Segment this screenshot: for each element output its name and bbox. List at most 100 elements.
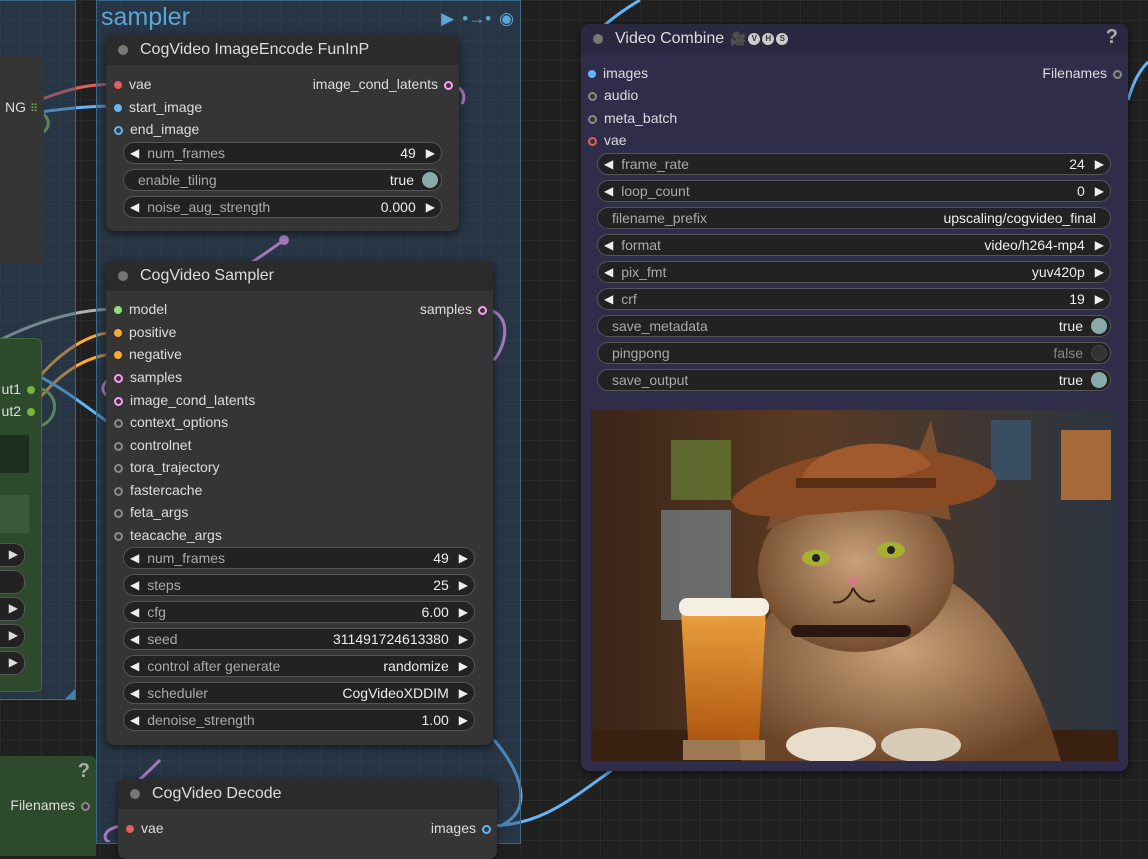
arrow-left-icon[interactable]: ◀ xyxy=(124,578,145,592)
node-header[interactable]: CogVideo Sampler xyxy=(106,261,493,291)
input-images[interactable]: images xyxy=(588,65,648,81)
input-pin[interactable] xyxy=(114,373,123,383)
arrow-left-icon[interactable]: ◀ xyxy=(124,686,145,700)
arrow-right-icon[interactable]: ▶ xyxy=(9,628,18,642)
play-icon[interactable]: ▶ xyxy=(441,9,454,29)
output-samples[interactable]: samples xyxy=(420,301,487,317)
input-pin[interactable] xyxy=(114,486,123,496)
arrow-right-icon[interactable]: ▶ xyxy=(1089,238,1110,252)
input-pin[interactable] xyxy=(588,70,596,79)
widget-format[interactable]: ◀ format video/h264-mp4 ▶ xyxy=(597,234,1111,256)
widget-frame-rate[interactable]: ◀ frame_rate 24 ▶ xyxy=(597,153,1111,175)
input-end-image[interactable]: end_image xyxy=(114,121,199,137)
connect-icon[interactable]: •→• xyxy=(462,9,491,29)
input-pin[interactable] xyxy=(114,418,123,428)
widget-save-metadata[interactable]: save_metadata true xyxy=(597,315,1111,337)
input-pin[interactable] xyxy=(114,329,122,338)
arrow-left-icon[interactable]: ◀ xyxy=(124,200,145,214)
arrow-left-icon[interactable]: ◀ xyxy=(124,713,145,727)
arrow-right-icon[interactable]: ▶ xyxy=(9,601,18,615)
output-pin[interactable] xyxy=(27,386,35,395)
arrow-left-icon[interactable]: ◀ xyxy=(598,157,619,171)
node-header[interactable]: CogVideo Decode xyxy=(118,779,497,809)
node-sampler[interactable]: CogVideo Sampler model positive negative… xyxy=(106,261,493,745)
input-pin[interactable] xyxy=(114,125,123,135)
toggle-knob[interactable] xyxy=(1091,345,1107,361)
input-fastercache[interactable]: fastercache xyxy=(114,482,202,498)
arrow-left-icon[interactable]: ◀ xyxy=(124,659,145,673)
collapse-dot[interactable] xyxy=(118,271,128,281)
widget-noise-aug-strength[interactable]: ◀ noise_aug_strength 0.000 ▶ xyxy=(123,196,442,218)
arrow-right-icon[interactable]: ▶ xyxy=(1089,157,1110,171)
widget-stub[interactable]: ▶ xyxy=(0,624,25,648)
output-slot-1[interactable]: ut1 xyxy=(0,381,35,397)
arrow-right-icon[interactable]: ▶ xyxy=(453,632,474,646)
output-pin[interactable] xyxy=(27,408,35,417)
arrow-right-icon[interactable]: ▶ xyxy=(420,146,441,160)
input-feta-args[interactable]: feta_args xyxy=(114,504,188,520)
arrow-right-icon[interactable]: ▶ xyxy=(453,686,474,700)
arrow-right-icon[interactable]: ▶ xyxy=(420,200,441,214)
input-pin[interactable] xyxy=(114,306,122,315)
input-vae[interactable]: vae xyxy=(588,132,627,148)
arrow-left-icon[interactable]: ◀ xyxy=(124,605,145,619)
node-header[interactable]: Video Combine 🎥 V H S ? xyxy=(581,24,1128,54)
text-area[interactable] xyxy=(0,435,29,473)
input-pin[interactable] xyxy=(114,441,123,451)
widget-num-frames[interactable]: ◀ num_frames 49 ▶ xyxy=(123,547,475,569)
widget-cfg[interactable]: ◀ cfg 6.00 ▶ xyxy=(123,601,475,623)
widget-stub[interactable]: ▶ xyxy=(0,543,25,567)
widget-seed[interactable]: ◀ seed 311491724613380 ▶ xyxy=(123,628,475,650)
arrow-right-icon[interactable]: ▶ xyxy=(1089,184,1110,198)
text-area[interactable] xyxy=(0,495,29,533)
arrow-right-icon[interactable]: ▶ xyxy=(453,551,474,565)
arrow-right-icon[interactable]: ▶ xyxy=(453,605,474,619)
encode-output-slot[interactable]: NG ⠿ xyxy=(0,99,38,115)
output-pin[interactable] xyxy=(478,305,487,315)
output-pin[interactable] xyxy=(81,801,90,811)
widget-steps[interactable]: ◀ steps 25 ▶ xyxy=(123,574,475,596)
widget-num-frames[interactable]: ◀ num_frames 49 ▶ xyxy=(123,142,442,164)
arrow-left-icon[interactable]: ◀ xyxy=(598,184,619,198)
input-pin[interactable] xyxy=(126,825,134,834)
help-icon[interactable]: ? xyxy=(1106,26,1118,49)
widget-crf[interactable]: ◀ crf 19 ▶ xyxy=(597,288,1111,310)
filenames-output-slot[interactable]: Filenames xyxy=(0,797,90,813)
input-samples[interactable]: samples xyxy=(114,369,182,385)
input-tora-trajectory[interactable]: tora_trajectory xyxy=(114,459,219,475)
arrow-left-icon[interactable]: ◀ xyxy=(598,292,619,306)
toggle-knob[interactable] xyxy=(1091,372,1107,388)
input-negative[interactable]: negative xyxy=(114,346,182,362)
input-pin[interactable] xyxy=(114,104,122,113)
input-image-cond-latents[interactable]: image_cond_latents xyxy=(114,392,255,408)
arrow-left-icon[interactable]: ◀ xyxy=(124,146,145,160)
input-vae[interactable]: vae xyxy=(126,820,164,836)
arrow-right-icon[interactable]: ▶ xyxy=(1089,292,1110,306)
arrow-left-icon[interactable]: ◀ xyxy=(598,265,619,279)
node-video-combine[interactable]: Video Combine 🎥 V H S ? images audio met… xyxy=(581,24,1128,771)
widget-save-output[interactable]: save_output true xyxy=(597,369,1111,391)
output-pin[interactable] xyxy=(482,824,491,834)
input-start-image[interactable]: start_image xyxy=(114,99,202,115)
widget-pix-fmt[interactable]: ◀ pix_fmt yuv420p ▶ xyxy=(597,261,1111,283)
input-pin[interactable] xyxy=(114,396,123,406)
widget-loop-count[interactable]: ◀ loop_count 0 ▶ xyxy=(597,180,1111,202)
widget-enable-tiling[interactable]: enable_tiling true xyxy=(123,169,442,191)
widget-stub[interactable]: ▶ xyxy=(0,597,25,621)
input-context-options[interactable]: context_options xyxy=(114,414,228,430)
arrow-right-icon[interactable]: ▶ xyxy=(9,655,18,669)
input-audio[interactable]: audio xyxy=(588,87,638,103)
input-model[interactable]: model xyxy=(114,301,167,317)
input-meta-batch[interactable]: meta_batch xyxy=(588,110,677,126)
widget-control-after-generate[interactable]: ◀ control after generate randomize ▶ xyxy=(123,655,475,677)
output-slot-2[interactable]: ut2 xyxy=(0,403,35,419)
input-pin[interactable] xyxy=(588,114,597,124)
widget-stub[interactable] xyxy=(0,570,25,594)
input-pin[interactable] xyxy=(114,463,123,473)
widget-filename-prefix[interactable]: filename_prefix upscaling/cogvideo_final xyxy=(597,207,1111,229)
eye-icon[interactable]: ◉ xyxy=(499,9,514,29)
input-pin[interactable] xyxy=(114,508,123,518)
arrow-right-icon[interactable]: ▶ xyxy=(453,659,474,673)
node-decode[interactable]: CogVideo Decode vae images xyxy=(118,779,497,859)
help-icon[interactable]: ? xyxy=(78,760,90,783)
